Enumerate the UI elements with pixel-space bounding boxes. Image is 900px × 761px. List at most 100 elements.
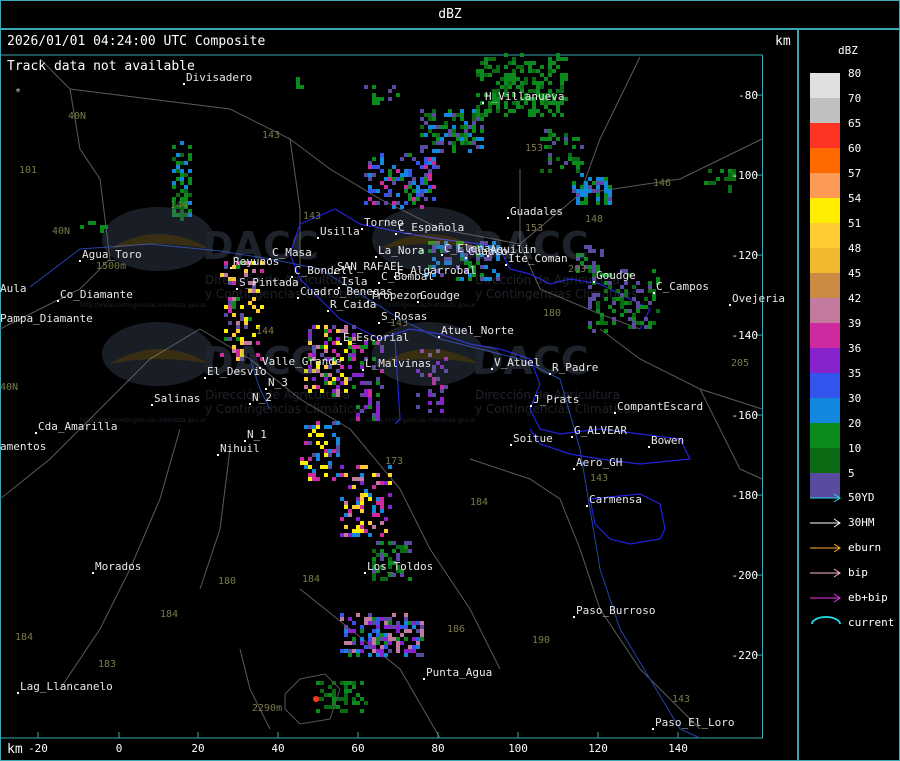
town-dot: [507, 217, 509, 219]
place-label: R_Padre: [552, 361, 598, 374]
town-dot: [327, 310, 329, 312]
town-dot: [729, 304, 731, 306]
town-dot: [297, 297, 299, 299]
place-label: Co_Diamante: [60, 288, 133, 301]
legend-swatch: [810, 73, 840, 98]
legend-swatch: [810, 198, 840, 223]
town-dot: [571, 436, 573, 438]
legend-swatch-label: 5: [848, 467, 855, 480]
road-number: 203: [568, 264, 586, 275]
road-number: 144: [170, 200, 188, 211]
x-tick-label: 120: [588, 742, 608, 755]
km-unit-right: km: [775, 34, 791, 49]
track-arrow-icon: [810, 593, 841, 603]
place-label: Guadales: [510, 205, 563, 218]
place-label: Bowen: [651, 434, 684, 447]
x-tick-label: 140: [668, 742, 688, 755]
y-tick-label: -80: [738, 89, 758, 102]
legend-track-label: eburn: [848, 541, 882, 554]
legend-swatch-label: 65: [848, 117, 862, 130]
legend-swatch-label: 54: [848, 192, 862, 205]
legend-swatch: [810, 148, 840, 173]
place-label: J_Prats: [533, 393, 579, 406]
road-number: 143: [390, 318, 408, 329]
x-tick-label: 20: [191, 742, 204, 755]
town-dot: [57, 300, 59, 302]
legend-swatch: [810, 373, 840, 398]
place-label: E_Escorial: [343, 331, 409, 344]
road-number: 153: [525, 143, 543, 154]
legend-swatch: [810, 98, 840, 123]
town-dot: [378, 282, 380, 284]
town-dot: [648, 446, 650, 448]
place-label: Carmensa: [589, 493, 642, 506]
svg-text:Dirección de Agricultura: Dirección de Agricultura: [205, 388, 350, 402]
town-dot: [204, 377, 206, 379]
road-number: 2290m: [252, 703, 282, 714]
title-bar: dBZ: [0, 0, 900, 29]
place-label: Agua_Toro: [82, 248, 142, 261]
place-label: G_ALVEAR: [574, 424, 627, 437]
legend-swatch: [810, 448, 840, 473]
radar-site-marker: [284, 673, 341, 725]
town-dot: [236, 288, 238, 290]
town-dot: [438, 336, 440, 338]
legend-track-label: 50YD: [848, 491, 875, 504]
road-number: 173: [385, 456, 403, 467]
y-tick-label: -160: [732, 409, 759, 422]
road-number: 101: [19, 165, 37, 176]
place-label: Lag_Llancanelo: [20, 680, 113, 693]
place-label: S_Pintada: [239, 276, 299, 289]
town-dot: [530, 405, 532, 407]
x-axis-ticks: -20 0 20 40 60 80 100 120 140: [28, 732, 688, 755]
town-dot: [317, 237, 319, 239]
svg-text:y Contingencias Climáticas: y Contingencias Climáticas: [205, 402, 367, 416]
place-label: Soitue: [513, 432, 553, 445]
place-label: L_Malvinas: [365, 357, 431, 370]
place-label: R_Caida: [330, 298, 376, 311]
town-dot: [217, 454, 219, 456]
town-dot: [375, 256, 377, 258]
road-number: 148: [585, 214, 603, 225]
place-label: C_Bombal: [381, 270, 434, 283]
town-dot: [183, 83, 185, 85]
track-arrow-icon: [810, 543, 841, 553]
place-label: Goudge: [420, 289, 460, 302]
x-tick-label: -20: [28, 742, 48, 755]
place-label: Aero_GH: [576, 456, 622, 469]
x-tick-label: 100: [508, 742, 528, 755]
place-label: V_Atuel: [494, 356, 540, 369]
place-label: Nihuil: [220, 442, 260, 455]
town-dot: [614, 412, 616, 414]
window-title: dBZ: [438, 7, 462, 22]
town-dot: [35, 432, 37, 434]
legend-track-label: 30HM: [848, 516, 875, 529]
place-label: Aula: [0, 282, 27, 295]
legend-swatch: [810, 123, 840, 148]
town-dot: [652, 728, 654, 730]
place-label: CompantEscard: [617, 400, 703, 413]
place-label: Salinas: [154, 392, 200, 405]
place-label: El_Desvio: [207, 365, 267, 378]
road-number: 184: [160, 609, 178, 620]
town-dot: [92, 572, 94, 574]
legend-swatch: [810, 323, 840, 348]
legend-swatch: [810, 298, 840, 323]
town-dot: [573, 468, 575, 470]
place-label: Punta_Agua: [426, 666, 492, 679]
town-dot: [441, 254, 443, 256]
town-dot: [79, 260, 81, 262]
y-tick-label: -140: [732, 329, 759, 342]
star-marker: *: [15, 87, 21, 98]
place-label: Ite_Coman: [508, 252, 568, 265]
radar-map[interactable]: DACCDirección de Agriculturay Contingenc…: [0, 29, 798, 761]
town-dot: [505, 264, 507, 266]
road-number: 40N: [52, 226, 70, 237]
svg-text:y Contingencias Climáticas: y Contingencias Climáticas: [475, 287, 637, 301]
town-dot: [573, 616, 575, 618]
legend-swatch-label: 45: [848, 267, 862, 280]
legend-swatch-label: 57: [848, 167, 862, 180]
y-tick-label: -200: [732, 569, 759, 582]
town-dot: [549, 373, 551, 375]
legend-swatch: [810, 423, 840, 448]
